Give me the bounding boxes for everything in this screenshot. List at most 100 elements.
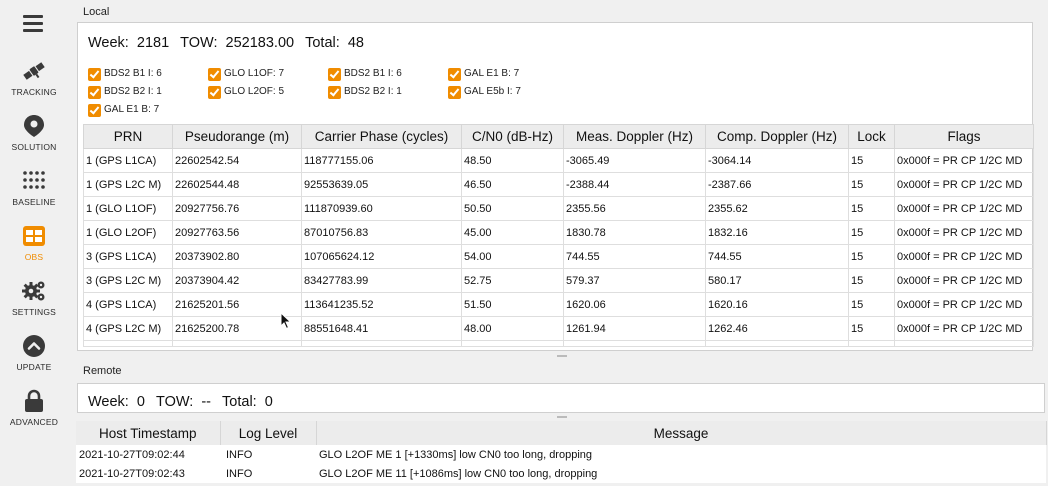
log-table: Host Timestamp Log Level Message 2021-10… (76, 421, 1047, 483)
flags-cell: 0x000f = PR CP 1/2C MD (894, 316, 1034, 341)
column-header-comp-doppler[interactable]: Comp. Doppler (Hz) (705, 124, 849, 149)
table-row[interactable]: 1 (GPS L1CA) 22602542.54 118777155.06 48.50… (83, 148, 1034, 173)
nav-label-settings: SETTINGS (11, 307, 57, 317)
cn0-cell: 52.75 (461, 268, 564, 293)
table-row[interactable]: 1 (GPS L2C M) 22602544.48 92553639.05 46.50… (83, 172, 1034, 197)
prn-cell: 4 (GPS L1CA) (83, 292, 173, 317)
meas-doppler-cell: 579.37 (563, 268, 706, 293)
nav-update[interactable]: UPDATE (0, 333, 68, 385)
prn-cell: 4 (GPS L2C M) (83, 316, 173, 341)
cn0-cell: 50.50 (461, 196, 564, 221)
nav-tracking[interactable]: TRACKING (0, 58, 68, 110)
table-row[interactable]: 4 (GPS L1CA) 21625201.56 113641235.52 51.50… (83, 292, 1034, 317)
prn-cell: 1 (GPS L1CA) (83, 148, 173, 173)
checkbox-icon (448, 86, 461, 99)
table-row[interactable]: 3 (GPS L2C M) 20373904.42 83427783.99 52.75… (83, 268, 1034, 293)
satellite-icon (23, 62, 45, 80)
column-header-prn[interactable]: PRN (83, 124, 173, 149)
flags-cell: 0x000f = PR CP 1/2C MD (894, 292, 1034, 317)
observations-table: PRN Pseudorange (m) Carrier Phase (cycle… (83, 124, 1034, 347)
column-header-lock[interactable]: Lock (848, 124, 895, 149)
carrier-phase-cell: 83427783.99 (301, 268, 462, 293)
table-row-partial (83, 340, 1034, 347)
comp-doppler-cell: 2355.62 (705, 196, 849, 221)
table-row[interactable]: 4 (GPS L2C M) 21625200.78 88551648.41 48.00… (83, 316, 1034, 341)
lock-cell: 15 (848, 292, 895, 317)
pseudorange-cell: 20927763.56 (172, 220, 302, 245)
flags-cell: 0x000f = PR CP 1/2C MD (894, 196, 1034, 221)
tow-value: 252183.00 (225, 35, 295, 51)
log-row[interactable]: 2021-10-27T09:02:43 INFO GLO L2OF ME 11 … (76, 464, 1046, 483)
checkbox-icon (328, 86, 341, 99)
remote-stats: Week: 0 TOW: -- Total: 0 (88, 394, 277, 410)
log-message-cell: GLO L2OF ME 1 [+1330ms] low CN0 too long… (316, 445, 1046, 464)
lock-cell: 15 (848, 316, 895, 341)
cn0-cell: 46.50 (461, 172, 564, 197)
total-label: Total: (305, 35, 340, 51)
tow-label: TOW: (180, 35, 218, 51)
nav-label-obs: OBS (24, 252, 44, 262)
carrier-phase-cell: 113641235.52 (301, 292, 462, 317)
comp-doppler-cell: -3064.14 (705, 148, 849, 173)
lock-cell: 15 (848, 148, 895, 173)
remote-total-value: 0 (264, 394, 273, 410)
splitter-handle[interactable] (557, 355, 567, 357)
pseudorange-cell: 20373902.80 (172, 244, 302, 269)
nav-label-baseline: BASELINE (12, 197, 56, 207)
meas-doppler-cell: 1830.78 (563, 220, 706, 245)
checkbox-icon (88, 86, 101, 99)
splitter-handle[interactable] (557, 416, 567, 418)
lock-cell: 15 (848, 220, 895, 245)
remote-tow-value: -- (201, 394, 212, 410)
column-header-log-level[interactable]: Log Level (220, 421, 317, 445)
lock-cell: 15 (848, 244, 895, 269)
nav-label-advanced: ADVANCED (9, 417, 59, 427)
carrier-phase-cell: 87010756.83 (301, 220, 462, 245)
log-timestamp-cell: 2021-10-27T09:02:44 (76, 445, 220, 464)
column-header-host-timestamp[interactable]: Host Timestamp (76, 421, 221, 445)
pseudorange-cell: 20373904.42 (172, 268, 302, 293)
lock-cell: 15 (848, 172, 895, 197)
column-header-cn0[interactable]: C/N0 (dB-Hz) (461, 124, 564, 149)
main-area: Local Week: 2181 TOW: 252183.00 Total: 4… (76, 0, 1048, 486)
nav-obs[interactable]: OBS (0, 223, 68, 275)
meas-doppler-cell: -2388.44 (563, 172, 706, 197)
menu-icon[interactable] (23, 15, 43, 33)
log-level-cell: INFO (220, 464, 316, 483)
log-timestamp-cell: 2021-10-27T09:02:43 (76, 464, 220, 483)
table-row[interactable]: 1 (GLO L2OF) 20927763.56 87010756.83 45.00 1… (83, 220, 1034, 245)
sidebar: TRACKING SOLUTION BASELINE OBS SETTINGS … (0, 0, 68, 486)
column-header-meas-doppler[interactable]: Meas. Doppler (Hz) (563, 124, 706, 149)
prn-cell: 1 (GLO L2OF) (83, 220, 173, 245)
table-row[interactable]: 1 (GLO L1OF) 20927756.76 111870939.60 50.50… (83, 196, 1034, 221)
week-label: Week: (88, 35, 129, 51)
nav-advanced[interactable]: ADVANCED (0, 388, 68, 440)
nav-label-solution: SOLUTION (11, 142, 57, 152)
table-row[interactable]: 3 (GPS L1CA) 20373902.80 107065624.12 54.00… (83, 244, 1034, 269)
remote-tow-label: TOW: (155, 394, 194, 410)
map-pin-icon (24, 115, 44, 137)
checkbox-icon (88, 104, 101, 117)
cn0-cell: 54.00 (461, 244, 564, 269)
nav-baseline[interactable]: BASELINE (0, 168, 68, 220)
table-header-row: PRN Pseudorange (m) Carrier Phase (cycle… (83, 124, 1034, 149)
column-header-flags[interactable]: Flags (894, 124, 1034, 149)
nav-solution[interactable]: SOLUTION (0, 113, 68, 165)
column-header-pseudorange[interactable]: Pseudorange (m) (172, 124, 302, 149)
mouse-cursor-icon (280, 312, 292, 330)
flags-cell: 0x000f = PR CP 1/2C MD (894, 148, 1034, 173)
chevron-up-circle-icon (23, 335, 45, 357)
carrier-phase-cell: 107065624.12 (301, 244, 462, 269)
column-header-carrier-phase[interactable]: Carrier Phase (cycles) (301, 124, 462, 149)
nav-label-update: UPDATE (16, 362, 52, 372)
comp-doppler-cell: 1832.16 (705, 220, 849, 245)
flags-cell: 0x000f = PR CP 1/2C MD (894, 220, 1034, 245)
remote-week-value: 0 (136, 394, 145, 410)
log-row[interactable]: 2021-10-27T09:02:44 INFO GLO L2OF ME 1 [… (76, 445, 1046, 464)
dots-grid-icon (23, 171, 45, 189)
remote-total-label: Total: (222, 394, 257, 410)
column-header-message[interactable]: Message (316, 421, 1047, 445)
flags-cell: 0x000f = PR CP 1/2C MD (894, 244, 1034, 269)
nav-settings[interactable]: SETTINGS (0, 278, 68, 330)
meas-doppler-cell: 2355.56 (563, 196, 706, 221)
